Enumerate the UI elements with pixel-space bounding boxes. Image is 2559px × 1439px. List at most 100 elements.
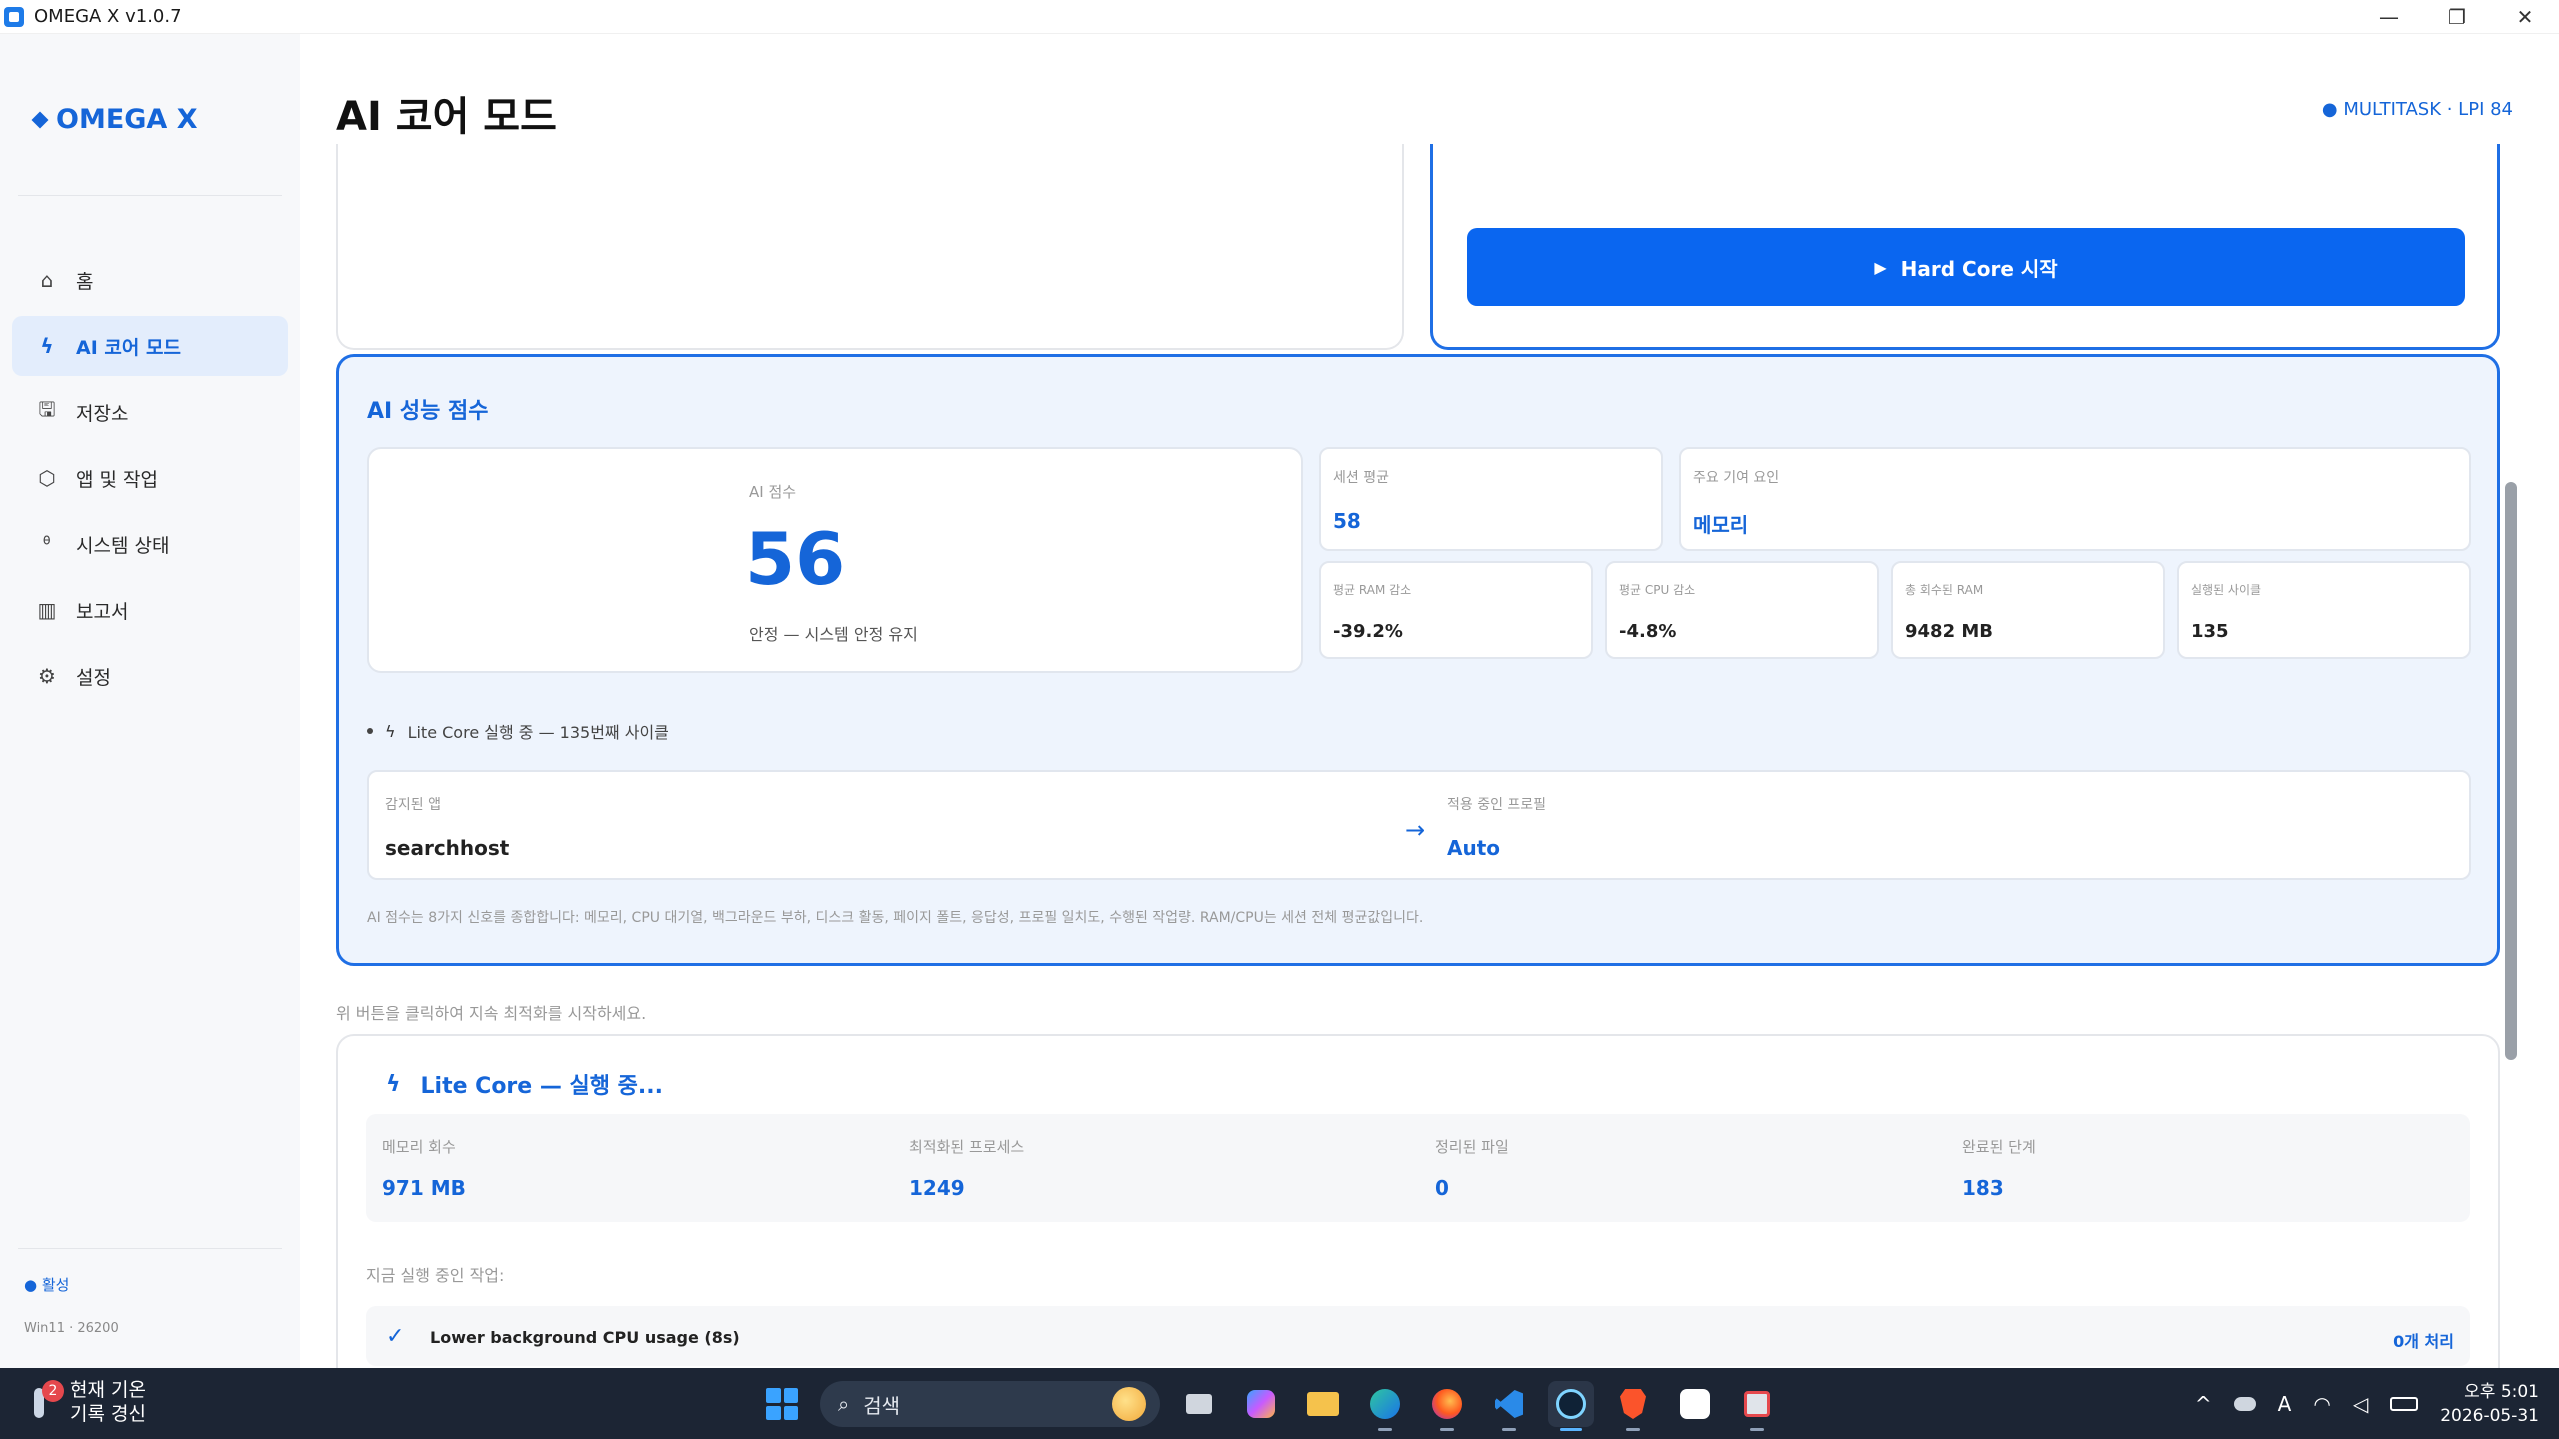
sidebar-item-label: 앱 및 작업 — [76, 468, 158, 491]
chevron-up-icon[interactable]: ^ — [2195, 1392, 2212, 1416]
sidebar-item-system-status[interactable]: ᶿ 시스템 상태 — [12, 514, 288, 574]
volume-icon[interactable]: ◁ — [2353, 1392, 2368, 1416]
thermometer-icon: 2 — [28, 1380, 64, 1424]
sidebar-item-ai-core[interactable]: ϟ AI 코어 모드 — [12, 316, 288, 376]
report-icon: ▥ — [37, 598, 57, 622]
sidebar-item-label: AI 코어 모드 — [76, 336, 181, 359]
avg-ram-card: 평균 RAM 감소 -39.2% — [1319, 561, 1593, 659]
vscode-icon[interactable] — [1486, 1381, 1532, 1431]
ai-score-value: 56 — [745, 517, 846, 601]
weather-line2: 기록 경신 — [70, 1403, 146, 1425]
avg-ram-value: -39.2% — [1333, 621, 1403, 642]
title-bar: OMEGA X v1.0.7 — ❐ ✕ — [0, 0, 2559, 34]
cycles-label: 실행된 사이클 — [2191, 583, 2262, 597]
lightning-icon: ϟ — [386, 1071, 401, 1097]
sidebar: OMEGA X ⌂ 홈 ϟ AI 코어 모드 🖫 저장소 ⬡ 앱 및 작업 ᶿ … — [0, 34, 300, 1368]
date: 2026-05-31 — [2440, 1406, 2539, 1426]
taskbar-apps: ⌕ 검색 — [760, 1378, 1780, 1431]
sidebar-item-apps[interactable]: ⬡ 앱 및 작업 — [12, 448, 288, 508]
system-tray: ^ A ◠ ◁ 오후 5:01 2026-05-31 — [2195, 1378, 2539, 1430]
ime-indicator[interactable]: A — [2278, 1392, 2292, 1416]
notification-badge: 2 — [42, 1380, 64, 1402]
sidebar-item-label: 시스템 상태 — [76, 534, 170, 557]
avg-ram-label: 평균 RAM 감소 — [1333, 583, 1412, 597]
firefox-icon[interactable] — [1424, 1381, 1470, 1431]
reclaimed-ram-card: 총 회수된 RAM 9482 MB — [1891, 561, 2165, 659]
close-button[interactable]: ✕ — [2491, 0, 2559, 34]
sidebar-item-home[interactable]: ⌂ 홈 — [12, 250, 288, 310]
capcut-icon[interactable] — [1672, 1381, 1718, 1427]
taskbar-search[interactable]: ⌕ 검색 — [820, 1381, 1160, 1427]
sidebar-divider — [18, 195, 282, 196]
window-controls: — ❐ ✕ — [2355, 0, 2559, 34]
detected-app-value: searchhost — [385, 836, 510, 860]
sidebar-item-storage[interactable]: 🖫 저장소 — [12, 382, 288, 442]
build-info: Win11 · 26200 — [24, 1321, 119, 1336]
mode-card-lite — [336, 144, 1404, 350]
stat-value: 0 — [1435, 1176, 1449, 1200]
window-title: OMEGA X v1.0.7 — [34, 6, 182, 27]
ai-score-footnote: AI 점수는 8가지 신호를 종합합니다: 메모리, CPU 대기열, 백그라운… — [367, 910, 1424, 926]
battery-icon[interactable] — [2390, 1397, 2419, 1411]
weather-sun-icon — [1112, 1387, 1146, 1421]
hardcore-start-button[interactable]: ▶ Hard Core 시작 — [1467, 228, 2465, 306]
edge-browser-icon[interactable] — [1362, 1381, 1408, 1431]
clock[interactable]: 오후 5:01 2026-05-31 — [2440, 1380, 2539, 1428]
sidebar-item-reports[interactable]: ▥ 보고서 — [12, 580, 288, 640]
windows-start-icon[interactable] — [760, 1382, 804, 1426]
task-count: 0개 처리 — [2393, 1332, 2454, 1351]
reclaimed-ram-label: 총 회수된 RAM — [1905, 583, 1984, 597]
restore-button[interactable]: ❐ — [2423, 0, 2491, 34]
wifi-icon[interactable]: ◠ — [2313, 1392, 2330, 1416]
sidebar-item-label: 설정 — [76, 666, 111, 689]
ai-score-label: AI 점수 — [749, 483, 797, 501]
task-view-icon[interactable] — [1176, 1381, 1222, 1427]
stethoscope-icon: ᶿ — [42, 532, 52, 556]
stat-label: 정리된 파일 — [1435, 1138, 1509, 1156]
search-icon: ⌕ — [838, 1392, 850, 1416]
brand-logo[interactable]: OMEGA X — [31, 104, 198, 135]
sidebar-divider-bottom — [18, 1248, 282, 1249]
sidebar-item-label: 보고서 — [76, 600, 129, 623]
avg-cpu-value: -4.8% — [1619, 621, 1677, 642]
stat-value: 971 MB — [382, 1176, 466, 1200]
cycles-card: 실행된 사이클 135 — [2177, 561, 2471, 659]
current-tasks-label: 지금 실행 중인 작업: — [366, 1266, 505, 1285]
task-label: Lower background CPU usage (8s) — [430, 1328, 740, 1347]
ai-score-panel: AI 성능 점수 AI 점수 56 안정 — 시스템 안정 유지 세션 평균 5… — [336, 354, 2500, 966]
active-profile-value: Auto — [1447, 836, 1501, 860]
hardcore-start-label: Hard Core 시작 — [1900, 256, 2058, 281]
avg-cpu-label: 평균 CPU 감소 — [1619, 583, 1696, 597]
running-status: ϟ Lite Core 실행 중 — 135번째 사이클 — [367, 719, 669, 743]
weather-widget[interactable]: 2 현재 기온 기록 경신 — [28, 1378, 146, 1426]
weather-line1: 현재 기온 — [70, 1379, 146, 1401]
cloud-icon[interactable] — [2233, 1397, 2256, 1411]
scrollbar-thumb[interactable] — [2505, 482, 2517, 1060]
sidebar-item-label: 저장소 — [76, 402, 129, 425]
status-badge: ● 활성 — [24, 1276, 70, 1294]
copilot-icon[interactable] — [1238, 1381, 1284, 1427]
play-icon: ▶ — [1874, 257, 1887, 277]
gear-icon: ⚙ — [38, 664, 56, 688]
lightning-icon: ϟ — [385, 721, 396, 741]
main-factor-label: 주요 기여 요인 — [1693, 470, 1780, 486]
stat-label: 완료된 단계 — [1962, 1138, 2036, 1156]
file-explorer-icon[interactable] — [1300, 1381, 1346, 1427]
home-icon: ⌂ — [40, 268, 54, 292]
main-factor-value: 메모리 — [1693, 513, 1749, 537]
running-status-text: Lite Core 실행 중 — 135번째 사이클 — [407, 723, 669, 742]
minimize-button[interactable]: — — [2355, 0, 2423, 34]
main-content: AI 코어 모드 ● MULTITASK · LPI 84 ▶ Hard Cor… — [300, 34, 2559, 1368]
sidebar-item-settings[interactable]: ⚙ 설정 — [12, 646, 288, 706]
ai-score-card: AI 점수 56 안정 — 시스템 안정 유지 — [367, 447, 1303, 673]
app-icon — [4, 6, 24, 27]
omega-x-taskbar-icon[interactable] — [1548, 1381, 1594, 1431]
lite-core-card: ϟ Lite Core — 실행 중... 메모리 회수 971 MB 최적화된… — [336, 1034, 2500, 1368]
stat-label: 최적화된 프로세스 — [909, 1138, 1025, 1156]
brave-browser-icon[interactable] — [1610, 1381, 1656, 1431]
task-row: ✓ Lower background CPU usage (8s) 0개 처리 — [366, 1306, 2470, 1366]
search-placeholder: 검색 — [863, 1393, 901, 1418]
snipping-tool-icon[interactable] — [1734, 1381, 1780, 1431]
brand-name: OMEGA X — [56, 104, 198, 135]
check-icon: ✓ — [386, 1324, 405, 1349]
